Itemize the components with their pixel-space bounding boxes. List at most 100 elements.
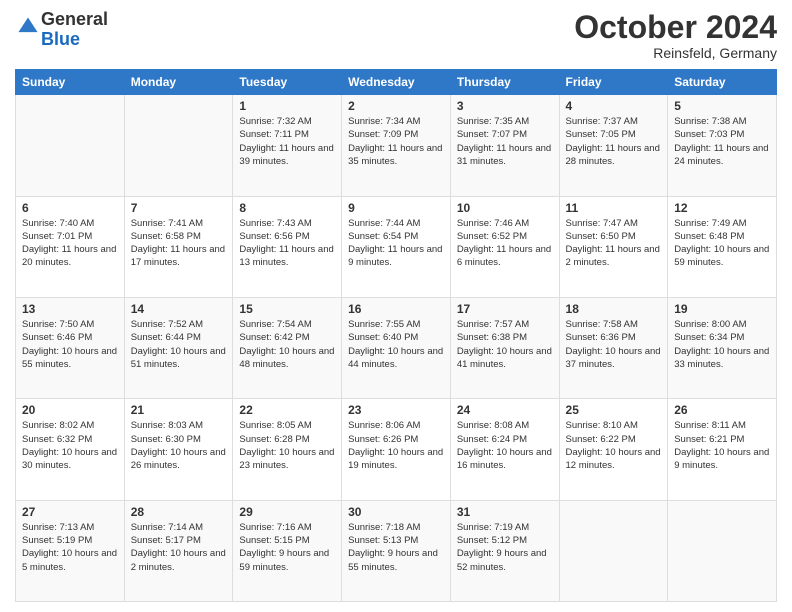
table-cell: 1 Sunrise: 7:32 AM Sunset: 7:11 PM Daylig… [233, 95, 342, 196]
table-cell: 5 Sunrise: 7:38 AM Sunset: 7:03 PM Daylig… [668, 95, 777, 196]
table-cell: 8 Sunrise: 7:43 AM Sunset: 6:56 PM Daylig… [233, 196, 342, 297]
table-cell: 28 Sunrise: 7:14 AM Sunset: 5:17 PM Dayli… [124, 500, 233, 601]
day-number: 23 [348, 403, 444, 417]
week-row-5: 27Sunrise: 7:13 AM Sunset: 5:19 PM Dayli… [16, 500, 777, 601]
table-cell: 19Sunrise: 8:00 AM Sunset: 6:34 PM Dayli… [668, 297, 777, 398]
day-number: 22 [239, 403, 335, 417]
col-saturday: Saturday [668, 70, 777, 95]
day-number: 1 [239, 99, 335, 113]
day-info: Sunrise: 7:14 AM Sunset: 5:17 PM Dayligh… [131, 521, 227, 574]
day-info: Sunrise: 7:43 AM Sunset: 6:56 PM Dayligh… [239, 217, 335, 270]
logo: General Blue [15, 10, 108, 50]
day-number: 18 [566, 302, 662, 316]
day-info: Sunrise: 7:35 AM Sunset: 7:07 PM Dayligh… [457, 115, 553, 168]
table-cell: 30 Sunrise: 7:18 AM Sunset: 5:13 PM Dayli… [342, 500, 451, 601]
week-row-3: 13Sunrise: 7:50 AM Sunset: 6:46 PM Dayli… [16, 297, 777, 398]
logo-general-text: General [41, 9, 108, 29]
table-cell: 13Sunrise: 7:50 AM Sunset: 6:46 PM Dayli… [16, 297, 125, 398]
table-cell: 17Sunrise: 7:57 AM Sunset: 6:38 PM Dayli… [450, 297, 559, 398]
day-number: 21 [131, 403, 227, 417]
table-cell [124, 95, 233, 196]
day-number: 11 [566, 201, 662, 215]
day-info: Sunrise: 7:38 AM Sunset: 7:03 PM Dayligh… [674, 115, 770, 168]
table-cell: 11Sunrise: 7:47 AM Sunset: 6:50 PM Dayli… [559, 196, 668, 297]
table-cell: 14Sunrise: 7:52 AM Sunset: 6:44 PM Dayli… [124, 297, 233, 398]
day-info: Sunrise: 8:06 AM Sunset: 6:26 PM Dayligh… [348, 419, 444, 472]
day-number: 29 [239, 505, 335, 519]
day-number: 31 [457, 505, 553, 519]
day-number: 14 [131, 302, 227, 316]
table-cell: 12Sunrise: 7:49 AM Sunset: 6:48 PM Dayli… [668, 196, 777, 297]
table-cell: 29Sunrise: 7:16 AM Sunset: 5:15 PM Dayli… [233, 500, 342, 601]
day-info: Sunrise: 7:32 AM Sunset: 7:11 PM Dayligh… [239, 115, 335, 168]
table-cell: 9Sunrise: 7:44 AM Sunset: 6:54 PM Daylig… [342, 196, 451, 297]
calendar-table: Sunday Monday Tuesday Wednesday Thursday… [15, 69, 777, 602]
day-number: 8 [239, 201, 335, 215]
table-cell: 26 Sunrise: 8:11 AM Sunset: 6:21 PM Dayli… [668, 399, 777, 500]
day-number: 20 [22, 403, 118, 417]
day-info: Sunrise: 7:18 AM Sunset: 5:13 PM Dayligh… [348, 521, 444, 574]
table-cell: 2 Sunrise: 7:34 AM Sunset: 7:09 PM Daylig… [342, 95, 451, 196]
day-number: 2 [348, 99, 444, 113]
table-cell: 31 Sunrise: 7:19 AM Sunset: 5:12 PM Dayli… [450, 500, 559, 601]
table-cell: 27Sunrise: 7:13 AM Sunset: 5:19 PM Dayli… [16, 500, 125, 601]
logo-icon [17, 16, 39, 38]
day-info: Sunrise: 7:37 AM Sunset: 7:05 PM Dayligh… [566, 115, 662, 168]
day-info: Sunrise: 8:10 AM Sunset: 6:22 PM Dayligh… [566, 419, 662, 472]
week-row-4: 20 Sunrise: 8:02 AM Sunset: 6:32 PM Dayli… [16, 399, 777, 500]
table-cell [16, 95, 125, 196]
header: General Blue October 2024 Reinsfeld, Ger… [15, 10, 777, 61]
header-row: Sunday Monday Tuesday Wednesday Thursday… [16, 70, 777, 95]
table-cell: 15 Sunrise: 7:54 AM Sunset: 6:42 PM Dayli… [233, 297, 342, 398]
table-cell: 4 Sunrise: 7:37 AM Sunset: 7:05 PM Daylig… [559, 95, 668, 196]
day-info: Sunrise: 7:13 AM Sunset: 5:19 PM Dayligh… [22, 521, 118, 574]
day-info: Sunrise: 8:11 AM Sunset: 6:21 PM Dayligh… [674, 419, 770, 472]
day-info: Sunrise: 8:05 AM Sunset: 6:28 PM Dayligh… [239, 419, 335, 472]
table-cell: 18 Sunrise: 7:58 AM Sunset: 6:36 PM Dayli… [559, 297, 668, 398]
day-info: Sunrise: 7:19 AM Sunset: 5:12 PM Dayligh… [457, 521, 553, 574]
day-info: Sunrise: 7:54 AM Sunset: 6:42 PM Dayligh… [239, 318, 335, 371]
day-number: 16 [348, 302, 444, 316]
col-sunday: Sunday [16, 70, 125, 95]
col-thursday: Thursday [450, 70, 559, 95]
week-row-1: 1 Sunrise: 7:32 AM Sunset: 7:11 PM Daylig… [16, 95, 777, 196]
col-friday: Friday [559, 70, 668, 95]
day-info: Sunrise: 7:58 AM Sunset: 6:36 PM Dayligh… [566, 318, 662, 371]
day-info: Sunrise: 7:57 AM Sunset: 6:38 PM Dayligh… [457, 318, 553, 371]
table-cell: 24Sunrise: 8:08 AM Sunset: 6:24 PM Dayli… [450, 399, 559, 500]
table-cell [668, 500, 777, 601]
day-info: Sunrise: 7:55 AM Sunset: 6:40 PM Dayligh… [348, 318, 444, 371]
day-info: Sunrise: 7:40 AM Sunset: 7:01 PM Dayligh… [22, 217, 118, 270]
table-cell: 21 Sunrise: 8:03 AM Sunset: 6:30 PM Dayli… [124, 399, 233, 500]
col-wednesday: Wednesday [342, 70, 451, 95]
month-title: October 2024 [574, 10, 777, 45]
table-cell: 16 Sunrise: 7:55 AM Sunset: 6:40 PM Dayli… [342, 297, 451, 398]
table-cell: 20 Sunrise: 8:02 AM Sunset: 6:32 PM Dayli… [16, 399, 125, 500]
day-info: Sunrise: 7:34 AM Sunset: 7:09 PM Dayligh… [348, 115, 444, 168]
table-cell: 6Sunrise: 7:40 AM Sunset: 7:01 PM Daylig… [16, 196, 125, 297]
week-row-2: 6Sunrise: 7:40 AM Sunset: 7:01 PM Daylig… [16, 196, 777, 297]
table-cell: 7Sunrise: 7:41 AM Sunset: 6:58 PM Daylig… [124, 196, 233, 297]
day-number: 19 [674, 302, 770, 316]
day-number: 15 [239, 302, 335, 316]
day-number: 5 [674, 99, 770, 113]
day-number: 30 [348, 505, 444, 519]
day-number: 10 [457, 201, 553, 215]
day-number: 28 [131, 505, 227, 519]
day-number: 4 [566, 99, 662, 113]
day-info: Sunrise: 7:46 AM Sunset: 6:52 PM Dayligh… [457, 217, 553, 270]
title-block: October 2024 Reinsfeld, Germany [574, 10, 777, 61]
day-number: 26 [674, 403, 770, 417]
table-cell: 3 Sunrise: 7:35 AM Sunset: 7:07 PM Daylig… [450, 95, 559, 196]
day-info: Sunrise: 7:41 AM Sunset: 6:58 PM Dayligh… [131, 217, 227, 270]
table-cell: 10 Sunrise: 7:46 AM Sunset: 6:52 PM Dayli… [450, 196, 559, 297]
logo-blue-text: Blue [41, 29, 80, 49]
location-subtitle: Reinsfeld, Germany [574, 45, 777, 61]
day-number: 3 [457, 99, 553, 113]
day-info: Sunrise: 8:02 AM Sunset: 6:32 PM Dayligh… [22, 419, 118, 472]
table-cell [559, 500, 668, 601]
day-number: 25 [566, 403, 662, 417]
day-number: 12 [674, 201, 770, 215]
day-info: Sunrise: 7:44 AM Sunset: 6:54 PM Dayligh… [348, 217, 444, 270]
day-info: Sunrise: 8:03 AM Sunset: 6:30 PM Dayligh… [131, 419, 227, 472]
